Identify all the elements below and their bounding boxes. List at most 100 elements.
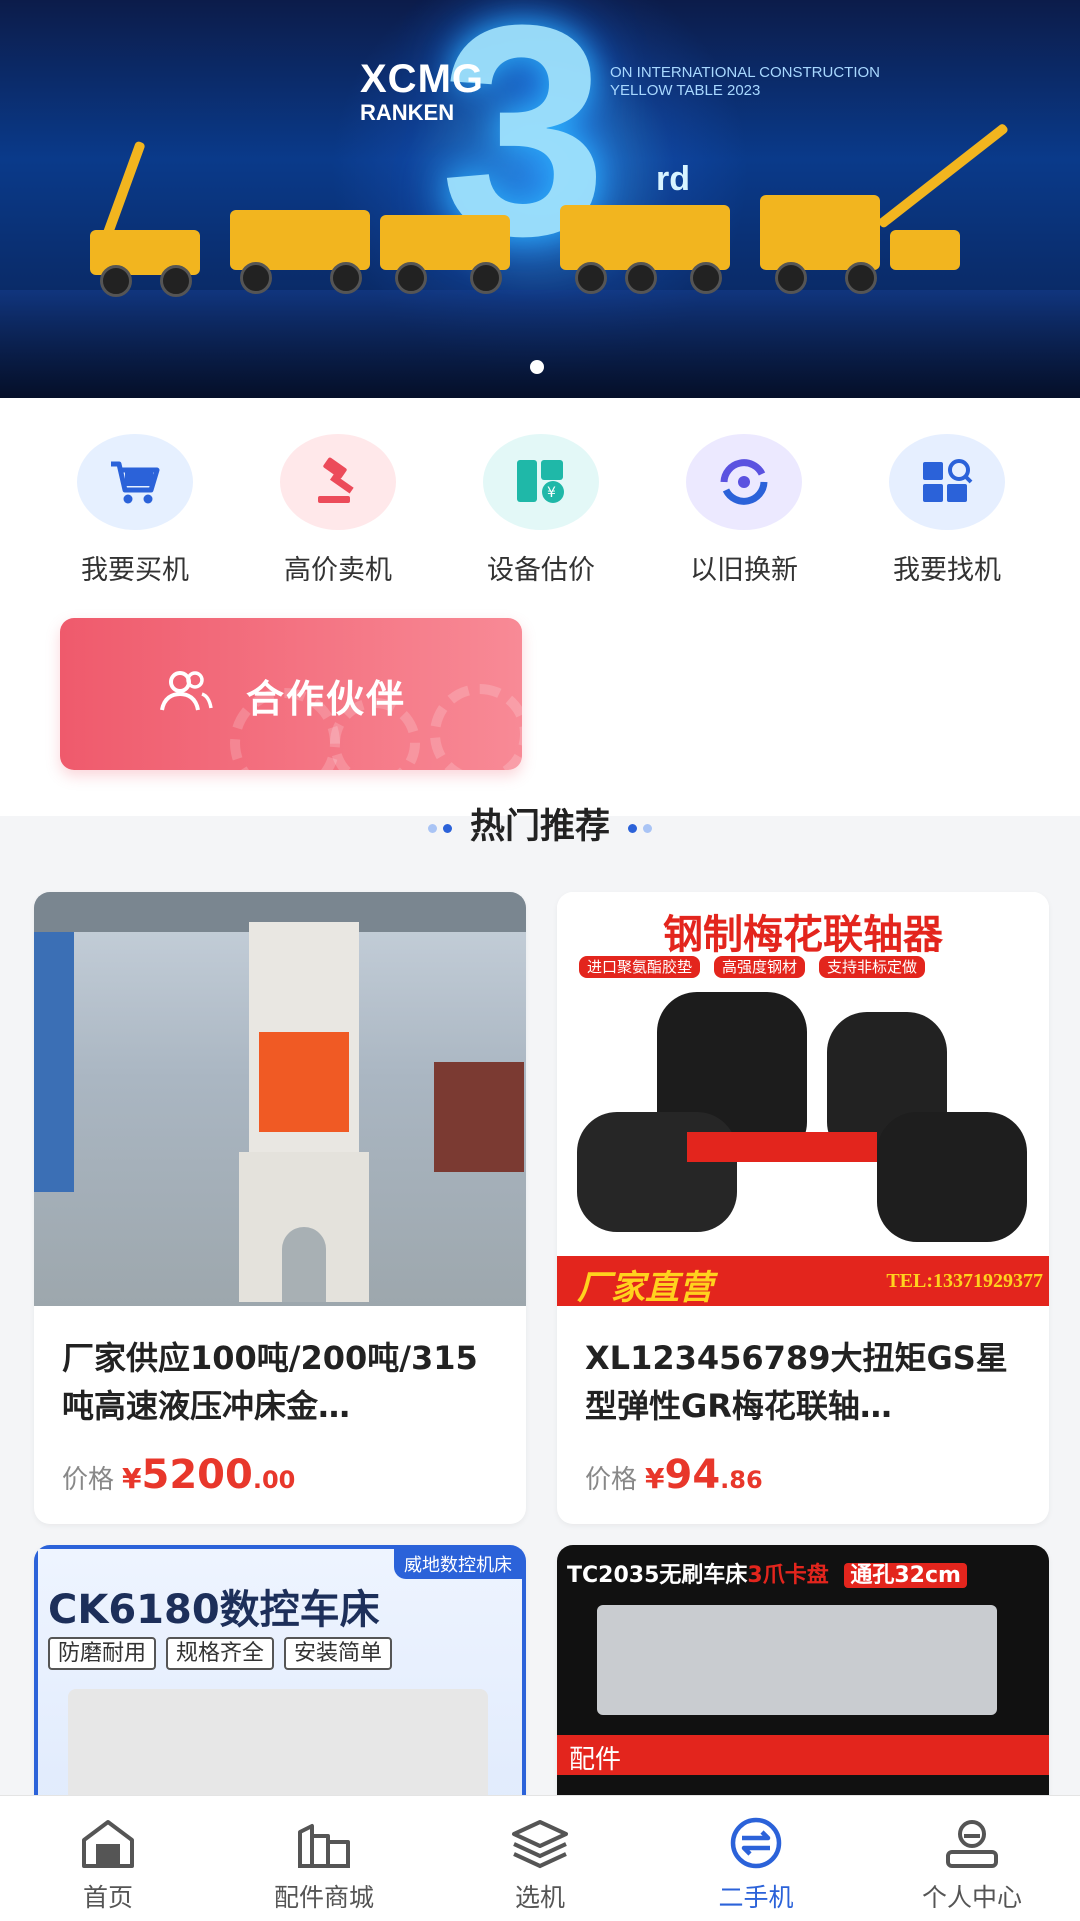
promo-banner[interactable]: 3 XCMG RANKEN rd ON INTERNATIONAL CONSTR…	[0, 0, 1080, 398]
lathe-body	[68, 1689, 488, 1795]
coupling-part	[877, 1112, 1027, 1242]
image-tag: 支持非标定做	[819, 956, 926, 978]
quick-nav-label: 我要找机	[893, 555, 1001, 586]
gavel-icon	[280, 434, 396, 530]
press-ram	[259, 1032, 349, 1132]
user-icon	[946, 1820, 998, 1868]
image-corner-label: 威地数控机床	[394, 1549, 522, 1579]
tab-label: 选机	[514, 1883, 565, 1912]
image-footer-bar: 厂家直营 TEL:13371929377	[557, 1256, 1049, 1306]
image-tag: 防磨耐用	[48, 1637, 157, 1670]
product-card[interactable]: 威地数控机床 CK6180数控车床 防磨耐用 规格齐全 安装简单	[34, 1545, 526, 1795]
partner-button[interactable]: 合作伙伴	[60, 618, 522, 770]
quick-nav-panel: 我要买机 高价卖机 ¥ 设备估价 以旧换新 我要找机 合作伙伴	[0, 398, 1080, 816]
machine-side	[34, 932, 74, 1192]
quick-nav-find[interactable]: 我要找机	[862, 434, 1032, 587]
coupling-part	[577, 1112, 737, 1232]
tab-label: 配件商城	[273, 1883, 374, 1912]
quick-nav-valuation[interactable]: ¥ 设备估价	[456, 434, 626, 587]
image-footer-bar: 配件	[557, 1735, 1049, 1775]
valuation-icon: ¥	[483, 434, 599, 530]
press-opening	[282, 1227, 326, 1302]
product-card[interactable]: 厂家供应100吨/200吨/315吨高速液压冲床金… 价格 ¥5200.00	[34, 892, 526, 1524]
title-dot	[628, 823, 637, 833]
partner-label: 合作伙伴	[246, 677, 407, 721]
quick-nav-exchange[interactable]: 以旧换新	[659, 434, 829, 587]
product-title: 厂家供应100吨/200吨/315吨高速液压冲床金…	[62, 1339, 478, 1425]
gear-decoration	[430, 684, 522, 770]
image-heading: 钢制梅花联轴器	[663, 912, 943, 958]
image-tags: 进口聚氨酯胶垫 高强度钢材 支持非标定做	[579, 956, 926, 978]
home-icon	[82, 1820, 134, 1868]
price-label: 价格	[585, 1465, 638, 1495]
quick-nav-label: 高价卖机	[284, 555, 392, 586]
price-currency: ¥	[645, 1462, 665, 1495]
home-page: 3 XCMG RANKEN rd ON INTERNATIONAL CONSTR…	[0, 0, 1080, 1795]
section-title: 热门推荐	[0, 798, 1080, 849]
title-dot	[643, 823, 652, 833]
banner-tagline: ON INTERNATIONAL CONSTRUCTION YELLOW TAB…	[610, 64, 880, 100]
image-tag: 通孔32cm	[844, 1563, 967, 1588]
store-icon	[298, 1824, 350, 1868]
quick-nav-sell[interactable]: 高价卖机	[253, 434, 423, 587]
tab-label: 首页	[82, 1883, 133, 1912]
tab-store[interactable]: 配件商城	[216, 1796, 432, 1921]
image-heading-line: TC2035无刷车床3爪卡盘 通孔32cm	[567, 1557, 967, 1589]
price-decimal: .86	[720, 1466, 763, 1494]
image-tag: 安装简单	[284, 1637, 393, 1670]
carousel-indicator[interactable]	[530, 360, 544, 374]
product-price: 价格 ¥94.86	[585, 1452, 1021, 1498]
banner-tagline-1: ON INTERNATIONAL CONSTRUCTION	[610, 64, 881, 81]
banner-tagline-2: YELLOW TABLE 2023	[610, 82, 761, 99]
machine-red	[434, 1062, 524, 1172]
search-machine-icon	[889, 434, 1005, 530]
tab-label: 二手机	[718, 1883, 794, 1912]
quick-nav-label: 我要买机	[81, 555, 189, 586]
banner-ground	[0, 290, 1080, 398]
image-heading: TC2035无刷车床	[567, 1563, 748, 1588]
image-heading: CK6180数控车床	[48, 1587, 380, 1633]
price-decimal: .00	[252, 1466, 296, 1494]
banner-brand: XCMG	[360, 57, 484, 101]
image-tag: 3爪卡盘	[747, 1563, 829, 1588]
tab-profile[interactable]: 个人中心	[864, 1796, 1080, 1921]
image-footer-left: 厂家直营	[577, 1268, 713, 1306]
tab-select[interactable]: 选机	[432, 1796, 648, 1921]
product-image	[34, 892, 526, 1306]
image-tag: 进口聚氨酯胶垫	[579, 956, 701, 978]
coupling-insert	[687, 1132, 877, 1162]
image-tag: 规格齐全	[166, 1637, 275, 1670]
image-footer: 配件	[569, 1745, 622, 1775]
lathe-body	[597, 1605, 997, 1715]
layers-icon	[512, 1820, 568, 1869]
people-icon	[160, 671, 213, 711]
tab-home[interactable]: 首页	[0, 1796, 216, 1921]
price-integer: 94	[664, 1452, 721, 1498]
product-card[interactable]: TC2035无刷车床3爪卡盘 通孔32cm 配件	[557, 1545, 1049, 1795]
product-price: 价格 ¥5200.00	[62, 1452, 498, 1498]
svg-text:¥: ¥	[547, 485, 556, 501]
banner-brand-sub: RANKEN	[360, 100, 455, 125]
title-dot	[427, 823, 437, 833]
product-card[interactable]: 钢制梅花联轴器 进口聚氨酯胶垫 高强度钢材 支持非标定做 厂家直营 TEL:1337…	[557, 892, 1049, 1524]
bottom-tab-bar: 首页 配件商城 选机 二手机 个人中心	[0, 1795, 1080, 1921]
quick-nav-label: 设备估价	[487, 555, 595, 586]
title-dot	[442, 823, 452, 833]
image-tag: 高强度钢材	[714, 956, 806, 978]
banner-suffix: rd	[656, 160, 690, 198]
tab-second-hand[interactable]: 二手机	[648, 1796, 864, 1921]
image-footer-right: TEL:13371929377	[886, 1270, 1043, 1292]
price-currency: ¥	[122, 1462, 142, 1495]
shopping-cart-icon	[77, 434, 193, 530]
tab-label: 个人中心	[921, 1883, 1022, 1912]
quick-nav-buy[interactable]: 我要买机	[50, 434, 220, 587]
product-image: TC2035无刷车床3爪卡盘 通孔32cm 配件	[557, 1545, 1049, 1795]
exchange-icon	[686, 434, 802, 530]
product-title: XL123456789大扭矩GS星型弹性GR梅花联轴…	[585, 1339, 1008, 1425]
second-hand-icon	[730, 1817, 782, 1869]
price-label: 价格	[62, 1465, 115, 1495]
section-title-text: 热门推荐	[469, 807, 610, 847]
quick-nav-label: 以旧换新	[690, 555, 798, 586]
product-image: 威地数控机床 CK6180数控车床 防磨耐用 规格齐全 安装简单	[34, 1545, 526, 1795]
price-integer: 5200	[141, 1452, 253, 1498]
